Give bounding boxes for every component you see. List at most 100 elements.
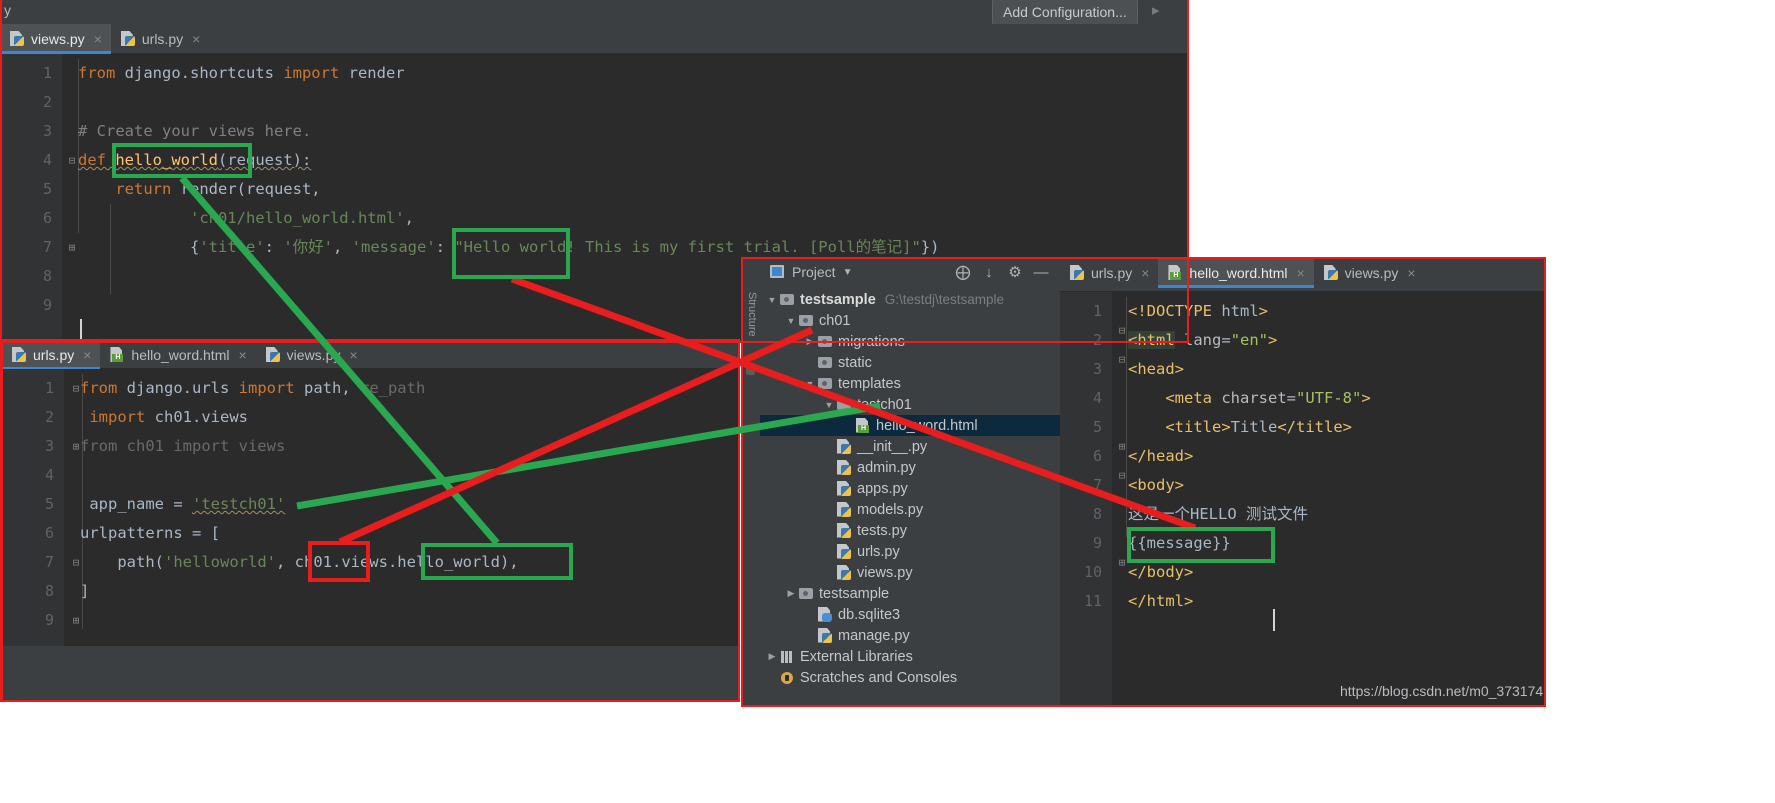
tree-item-Scratches and Consoles[interactable]: Scratches and Consoles: [760, 667, 1060, 688]
chevron-down-icon[interactable]: ▼: [783, 316, 799, 326]
code-line: from ch01 import views: [64, 432, 740, 461]
close-icon[interactable]: ×: [1296, 265, 1304, 281]
tree-item-testsample[interactable]: ▼ testsample G:\testdj\testsample: [760, 289, 1060, 310]
db-file-icon: [818, 607, 833, 623]
tree-item-label: testsample: [819, 585, 890, 602]
watermark-url: https://blog.csdn.net/m0_373174: [1340, 683, 1544, 699]
code-token: 'testch01': [191, 495, 286, 513]
hide-icon[interactable]: —: [1028, 259, 1054, 285]
urls-code-area[interactable]: 123456789 ⊟ ⊞ ⊟ ⊞ from django.urls impor…: [2, 369, 740, 701]
collapse-all-icon[interactable]: ↓: [976, 259, 1002, 285]
add-configuration-button[interactable]: Add Configuration...: [992, 0, 1138, 25]
html-code-lines: <!DOCTYPE html> <html lang="en"> <head> <m…: [1112, 297, 1545, 616]
code-token: charset: [1221, 389, 1287, 407]
tree-item-templates[interactable]: ▼ templates: [760, 373, 1060, 394]
tree-item-testsample[interactable]: ▶ testsample: [760, 583, 1060, 604]
tab-views-py[interactable]: views.py ×: [0, 24, 111, 54]
tree-item---init---py[interactable]: __init__.py: [760, 436, 1060, 457]
code-token: 'title': [199, 238, 265, 256]
tool-window-splitter[interactable]: [746, 363, 755, 375]
tree-item-models-py[interactable]: models.py: [760, 499, 1060, 520]
code-token: import: [238, 379, 295, 397]
chevron-down-icon[interactable]: ▼: [802, 379, 818, 389]
tree-item-tests-py[interactable]: tests.py: [760, 520, 1060, 541]
tab-urls-py[interactable]: urls.py ×: [111, 24, 209, 54]
tab-hello_word-html[interactable]: hello_word.html ×: [100, 340, 255, 370]
locate-target-icon[interactable]: ⨁: [950, 259, 976, 285]
close-icon[interactable]: ×: [192, 31, 200, 47]
project-tree[interactable]: ▼ testsample G:\testdj\testsample ▼ ch01 ▶ mig…: [760, 286, 1060, 706]
tree-item-migrations[interactable]: ▶ migrations: [760, 331, 1060, 352]
chevron-right-icon[interactable]: ▶: [783, 588, 799, 599]
tab-views-py[interactable]: views.py ×: [1314, 258, 1425, 288]
tree-item-label: db.sqlite3: [838, 606, 901, 623]
code-line: import ch01.views: [64, 403, 740, 432]
tab-label: hello_word.html: [1189, 265, 1288, 281]
code-token: ]: [80, 582, 90, 600]
code-line: {{message}}: [1112, 529, 1545, 558]
close-icon[interactable]: ×: [1141, 265, 1149, 281]
code-token: 'helloworld': [164, 553, 276, 571]
line-number: 9: [1092, 534, 1102, 552]
top-partial-title: y: [4, 2, 11, 18]
chevron-down-icon[interactable]: ▼: [821, 400, 837, 410]
close-icon[interactable]: ×: [349, 347, 357, 363]
tree-item-testch01[interactable]: ▼ testch01: [760, 394, 1060, 415]
code-token: =: [1286, 389, 1297, 407]
close-icon[interactable]: ×: [238, 347, 246, 363]
python-file-icon: [266, 347, 281, 363]
tab-label: hello_word.html: [131, 347, 230, 363]
code-token: lang: [1184, 331, 1222, 349]
code-line: # Create your views here.: [62, 117, 1189, 146]
tab-hello_word-html[interactable]: hello_word.html ×: [1158, 258, 1314, 288]
chevron-right-icon[interactable]: ▶: [764, 651, 780, 662]
tree-item-manage-py[interactable]: manage.py: [760, 625, 1060, 646]
close-icon[interactable]: ×: [83, 347, 91, 363]
tree-item-hello-word-html[interactable]: hello_word.html: [760, 415, 1060, 436]
tab-urls-py[interactable]: urls.py ×: [2, 340, 101, 370]
python-file-icon: [837, 460, 852, 476]
tree-item-ch01[interactable]: ▼ ch01: [760, 310, 1060, 331]
tree-item-External Libraries[interactable]: ▶ External Libraries: [760, 646, 1060, 667]
project-title: Project: [792, 264, 836, 280]
tab-views-py[interactable]: views.py ×: [256, 340, 367, 370]
editor-bottom-strip: [2, 646, 740, 701]
code-token: hello_world: [115, 151, 218, 169]
code-token: 'ch01/hello_world.html': [189, 209, 405, 227]
code-token: <html: [1128, 331, 1175, 349]
code-line: </html>: [1112, 587, 1545, 616]
line-number: 1: [42, 64, 52, 82]
tree-item-label: migrations: [838, 333, 905, 350]
tab-label: urls.py: [141, 31, 184, 47]
tree-item-admin-py[interactable]: admin.py: [760, 457, 1060, 478]
code-token: app_name =: [80, 495, 192, 513]
tree-item-static[interactable]: static: [760, 352, 1060, 373]
chevron-down-icon[interactable]: ▼: [764, 295, 780, 305]
html-file-icon: [856, 418, 871, 434]
python-file-icon: [837, 565, 852, 581]
urls-editor-panel: urls.py × hello_word.html × views.py × 1 2 3 4 5 6…: [2, 340, 740, 701]
structure-vertical-tab[interactable]: Structure: [746, 292, 758, 337]
folder-icon: [780, 292, 795, 308]
chevron-down-icon[interactable]: ▼: [843, 267, 853, 278]
code-token: ch01: [294, 553, 332, 571]
tab-urls-py[interactable]: urls.py ×: [1060, 258, 1158, 288]
line-number: 8: [1092, 505, 1102, 523]
code-token: <body>: [1128, 476, 1184, 494]
tree-item-db-sqlite3[interactable]: db.sqlite3: [760, 604, 1060, 625]
run-triangle-icon[interactable]: ▸: [1152, 1, 1160, 19]
chevron-right-icon[interactable]: ▶: [802, 336, 818, 347]
html-code-area[interactable]: 1 2 3 4 5 6 7 8 9 10 11 ⊟ ⊟ ⊞ ⊟ ⊞ <!DOCTYPE html> <…: [1060, 292, 1545, 706]
code-line: def hello_world(request):: [62, 146, 1189, 175]
code-token: ,: [275, 553, 295, 571]
code-token: return: [115, 180, 172, 198]
close-icon[interactable]: ×: [1407, 265, 1415, 281]
code-token: re_path: [359, 379, 426, 397]
tree-item-apps-py[interactable]: apps.py: [760, 478, 1060, 499]
close-icon[interactable]: ×: [94, 31, 102, 47]
tree-item-urls-py[interactable]: urls.py: [760, 541, 1060, 562]
tree-item-views-py[interactable]: views.py: [760, 562, 1060, 583]
gear-icon[interactable]: ⚙: [1002, 259, 1028, 285]
